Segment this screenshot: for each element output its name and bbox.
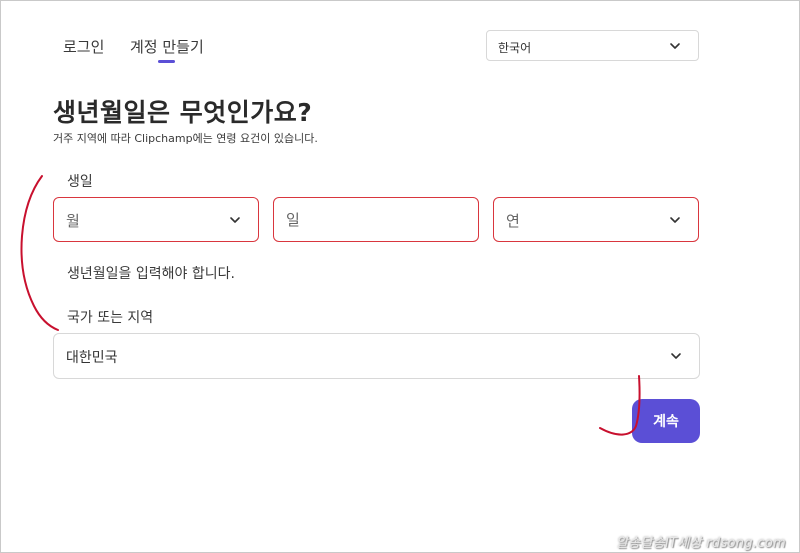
chevron-down-icon [230, 217, 240, 223]
watermark-text: 알송달송IT세상 rdsong.com [615, 536, 786, 551]
chevron-down-icon [671, 353, 681, 359]
chevron-down-icon [670, 43, 680, 49]
active-tab-indicator [158, 60, 175, 63]
month-select[interactable]: 월 [53, 197, 259, 242]
birthdate-error-message: 생년월일을 입력해야 합니다. [67, 266, 235, 282]
page-subtitle: 거주 지역에 따라 Clipchamp에는 연령 요건이 있습니다. [53, 132, 318, 145]
chevron-down-icon [670, 217, 680, 223]
year-select[interactable]: 연 [493, 197, 699, 242]
birthdate-label: 생일 [67, 174, 93, 190]
year-placeholder: 연 [506, 212, 520, 230]
page-title: 생년월일은 무엇인가요? [53, 98, 313, 127]
tab-create-account[interactable]: 계정 만들기 [130, 36, 204, 57]
country-select-value: 대한민국 [66, 350, 118, 366]
country-select[interactable]: 대한민국 [53, 333, 700, 379]
language-select-value: 한국어 [498, 41, 532, 55]
app-window: 로그인 계정 만들기 한국어 생년월일은 무엇인가요? 거주 지역에 따라 Cl… [0, 0, 800, 553]
day-input[interactable] [274, 198, 478, 241]
continue-button[interactable]: 계속 [632, 399, 700, 443]
day-field-wrapper [273, 197, 479, 242]
tab-login[interactable]: 로그인 [63, 36, 104, 57]
country-label: 국가 또는 지역 [67, 310, 154, 326]
month-placeholder: 월 [66, 212, 80, 230]
language-select[interactable]: 한국어 [486, 30, 699, 61]
